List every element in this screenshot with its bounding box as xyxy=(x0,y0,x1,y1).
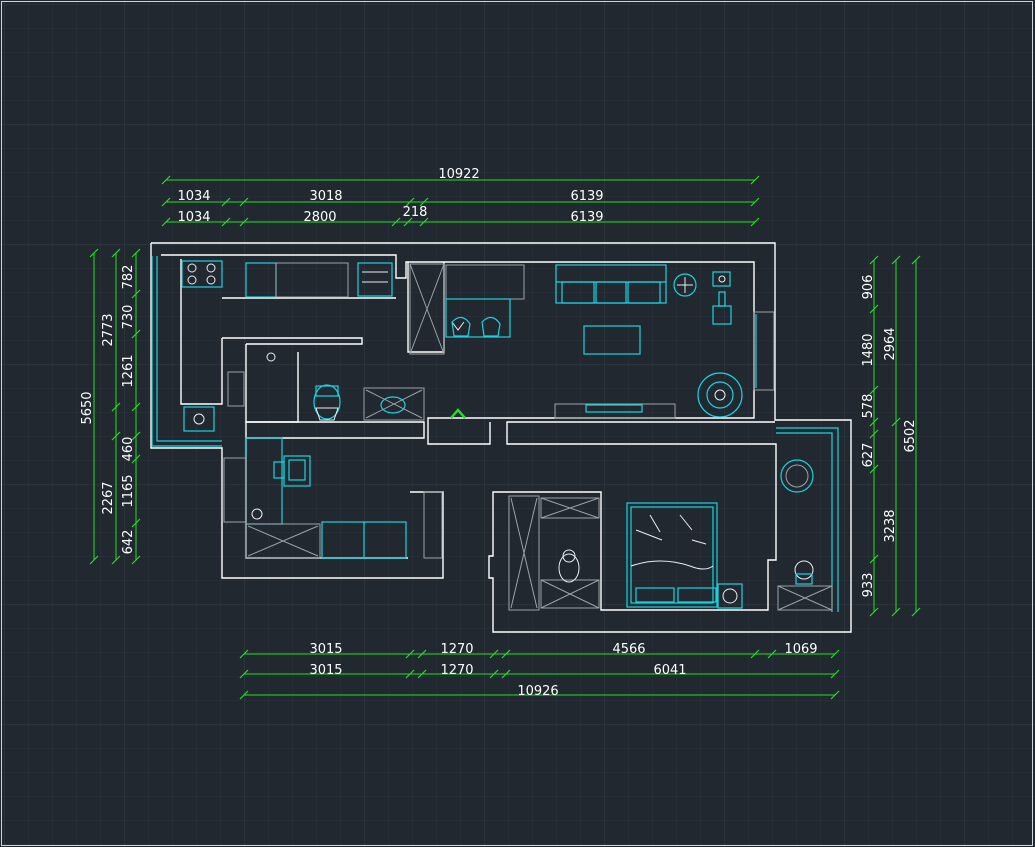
dim-left-mid-a: 2773 xyxy=(101,313,116,346)
dim-left-inner-c: 1261 xyxy=(121,354,136,387)
dim-top-row2-c: 218 xyxy=(403,205,428,220)
dim-right-inner-a: 906 xyxy=(861,275,876,300)
dim-left-outer: 5650 xyxy=(80,391,95,424)
dim-left-inner-a: 782 xyxy=(121,265,136,290)
dim-right-outer: 6502 xyxy=(903,419,918,452)
dim-bottom-row1-a: 3015 xyxy=(309,642,342,657)
dim-top-row1-b: 3018 xyxy=(309,189,342,204)
dim-right-inner-f: 933 xyxy=(861,573,876,598)
dim-top-total: 10922 xyxy=(438,167,479,182)
dim-top-row2-b: 2800 xyxy=(303,210,336,225)
cad-drawing-canvas[interactable]: 10922 1034 3018 6139 1034 2800 218 6139 … xyxy=(0,0,1035,847)
dim-top-row2-d: 6139 xyxy=(570,210,603,225)
dim-bottom-row1-b: 1270 xyxy=(440,642,473,657)
dim-bottom-row2-b: 1270 xyxy=(440,663,473,678)
dim-bottom-row2-a: 3015 xyxy=(309,663,342,678)
dim-left-inner-d: 460 xyxy=(121,437,136,462)
dim-right-inner-d: 627 xyxy=(861,443,876,468)
dim-right-inner-b: 1480 xyxy=(861,333,876,366)
dim-top-row2-a: 1034 xyxy=(177,210,210,225)
dim-right-mid: 2964 xyxy=(883,327,898,360)
dim-left-inner-f: 642 xyxy=(121,530,136,555)
dim-left-inner-b: 730 xyxy=(121,305,136,330)
dim-right-inner-c: 578 xyxy=(861,394,876,419)
dim-top-row1-a: 1034 xyxy=(177,189,210,204)
dim-bottom-row1-c: 4566 xyxy=(612,642,645,657)
dim-bottom-row2-c: 6041 xyxy=(653,663,686,678)
dim-bottom-total: 10926 xyxy=(517,684,558,699)
dim-top-row1-c: 6139 xyxy=(570,189,603,204)
dim-bottom-row1-d: 1069 xyxy=(784,642,817,657)
grid-lines xyxy=(0,0,1035,847)
dim-left-mid-b: 2267 xyxy=(101,481,116,514)
dim-left-inner-e: 1165 xyxy=(121,474,136,507)
